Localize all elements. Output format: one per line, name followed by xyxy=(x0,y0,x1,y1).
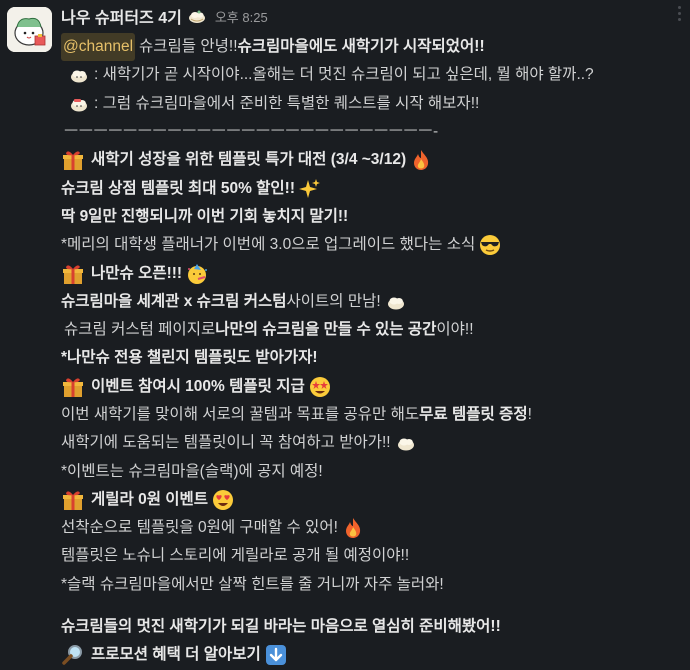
promo-more-text[interactable]: 프로모션 혜택 더 알아보기 xyxy=(91,641,261,669)
line-discount: 슈크림 상점 템플릿 최대 50% 할인!! xyxy=(61,174,686,202)
magnifier-icon xyxy=(61,643,85,667)
cream-puff-icon xyxy=(394,431,418,455)
line-section-2-title: 나만슈 오픈!!! xyxy=(61,259,686,287)
sparkles-icon xyxy=(298,177,322,201)
gift-icon xyxy=(61,148,85,172)
line-participate: 새학기에 도움되는 템플릿이니 꼭 참여하고 받아가!! xyxy=(61,429,686,457)
sender-avatar[interactable] xyxy=(7,7,52,52)
line-nine-days: 딱 9일만 진행되니까 이번 기회 놓치지 말기!! xyxy=(61,207,349,225)
cream-puff-icon xyxy=(384,290,408,314)
line-share-event: 이번 새학기를 맞이해 서로의 꿀템과 목표를 공유만 해도 무료 템플릿 증정… xyxy=(61,406,532,423)
message-header: 나우 슈퍼터즈 4기 오후 8:25 xyxy=(61,4,268,28)
line-custom-site: 슈크림마을 세계관 x 슈크림 커스텀 사이트의 만남! xyxy=(61,288,686,316)
line-planner-news: *메리의 대학생 플래너가 이번에 3.0으로 업그레이드 했다는 소식 xyxy=(61,231,686,259)
line-closing: 슈크림들의 멋진 새학기가 되길 바라는 마음으로 열심히 준비해봤어!! xyxy=(61,618,501,636)
line-custom-page: 슈크림 커스텀 페이지로 나만의 슈크림을 만들 수 있는 공간 이야!! xyxy=(64,321,474,339)
cream-puff-icon xyxy=(67,63,91,87)
fire-icon xyxy=(341,516,365,540)
line-cream-question: : 새학기가 곧 시작이야...올해는 더 멋진 슈크림이 되고 싶은데, 뭘 … xyxy=(61,61,686,89)
sender-name[interactable]: 나우 슈퍼터즈 4기 xyxy=(61,4,182,28)
slack-message: 나우 슈퍼터즈 4기 오후 8:25 @channel 슈크림들 안녕!! 슈크… xyxy=(0,0,690,666)
cream-puff-icon xyxy=(187,8,207,24)
gift-icon xyxy=(61,375,85,399)
down-arrow-icon xyxy=(264,643,288,667)
separator-line: ㅡㅡㅡㅡㅡㅡㅡㅡㅡㅡㅡㅡㅡㅡㅡㅡㅡㅡㅡㅡㅡㅡㅡㅡㅡ- xyxy=(64,123,439,141)
line-promo-link: 프로모션 혜택 더 알아보기 xyxy=(61,641,686,669)
heart-eyes-icon xyxy=(211,488,235,512)
gift-icon xyxy=(61,262,85,286)
channel-mention[interactable]: @channel xyxy=(61,33,136,62)
line-section-1-title: 새학기 성장을 위한 템플릿 특가 대전 (3/4 ~3/12) xyxy=(61,146,686,174)
line-first-come: 선착순으로 템플릿을 0원에 구매할 수 있어! xyxy=(61,514,686,542)
line-story-reveal: 템플릿은 노슈니 스토리에 게릴라로 공개 될 예정이야!! xyxy=(61,547,410,565)
star-eyes-icon xyxy=(308,375,332,399)
line-slack-notice: *이벤트는 슈크림마을(슬랙)에 공지 예정! xyxy=(61,462,323,480)
line-hint: *슬랙 슈크림마을에서만 살짝 힌트를 줄 거니까 자주 놀러와! xyxy=(61,575,444,593)
gift-icon xyxy=(61,488,85,512)
message-body: @channel 슈크림들 안녕!! 슈크림마을에도 새학기가 시작되었어!! … xyxy=(61,33,686,670)
sunglasses-icon xyxy=(478,233,502,257)
line-section-3-title: 이벤트 참여시 100% 템플릿 지급 xyxy=(61,373,686,401)
line-section-4-title: 게릴라 0원 이벤트 xyxy=(61,486,686,514)
more-actions-icon[interactable] xyxy=(678,6,682,24)
fire-icon xyxy=(409,148,433,172)
line-challenge: *나만슈 전용 챌린지 템플릿도 받아가자! xyxy=(61,349,318,367)
line-cream-answer: : 그럼 슈크림마을에서 준비한 특별한 퀘스트를 시작 해보자!! xyxy=(61,90,686,118)
cream-puff-icon xyxy=(67,92,91,116)
party-face-icon xyxy=(185,262,209,286)
line-greeting: @channel 슈크림들 안녕!! 슈크림마을에도 새학기가 시작되었어!! xyxy=(61,33,686,62)
message-timestamp[interactable]: 오후 8:25 xyxy=(215,7,268,26)
